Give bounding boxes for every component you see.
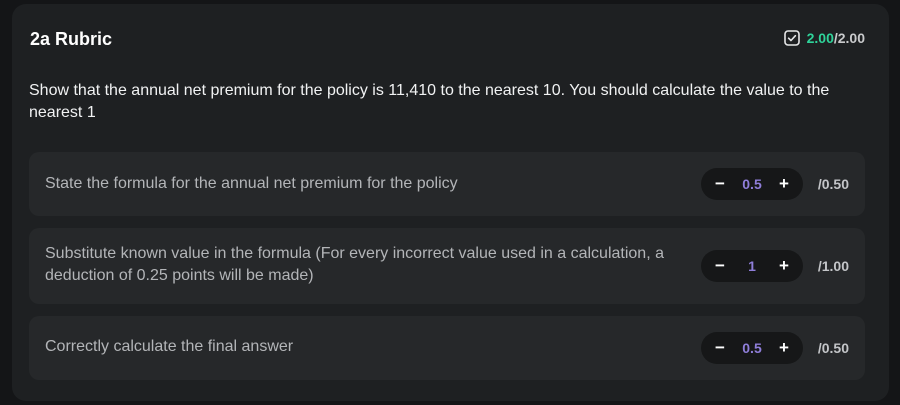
criterion-row: State the formula for the annual net pre… xyxy=(29,152,865,216)
points-value[interactable]: 0.5 xyxy=(742,176,761,192)
score-max: 2.00 xyxy=(837,30,865,46)
rubric-score: 2.00/2.00 xyxy=(783,29,865,47)
increment-button[interactable]: + xyxy=(775,339,793,357)
increment-button[interactable]: + xyxy=(775,175,793,193)
points-stepper: − 1 + xyxy=(701,250,803,282)
criterion-row: Correctly calculate the final answer − 0… xyxy=(29,316,865,380)
points-stepper: − 0.5 + xyxy=(701,332,803,364)
points-value[interactable]: 1 xyxy=(748,258,756,274)
rubric-card: 2a Rubric 2.00/2.00 Show that the annual… xyxy=(12,4,889,401)
criterion-max-points: /1.00 xyxy=(817,258,849,274)
criterion-max-points: /0.50 xyxy=(817,176,849,192)
points-stepper: − 0.5 + xyxy=(701,168,803,200)
points-value[interactable]: 0.5 xyxy=(742,340,761,356)
criterion-max-points: /0.50 xyxy=(817,340,849,356)
checkbox-icon xyxy=(783,30,800,46)
score-earned: 2.00 xyxy=(806,30,834,46)
decrement-button[interactable]: − xyxy=(711,257,729,275)
criterion-label: State the formula for the annual net pre… xyxy=(45,175,458,192)
question-text: Show that the annual net premium for the… xyxy=(29,82,830,121)
decrement-button[interactable]: − xyxy=(711,175,729,193)
criterion-label: Correctly calculate the final answer xyxy=(45,338,294,355)
rubric-title: 2a Rubric xyxy=(30,29,113,49)
criterion-row: Substitute known value in the formula (F… xyxy=(29,228,865,304)
criterion-label: Substitute known value in the formula (F… xyxy=(45,245,664,284)
increment-button[interactable]: + xyxy=(775,257,793,275)
decrement-button[interactable]: − xyxy=(711,339,729,357)
